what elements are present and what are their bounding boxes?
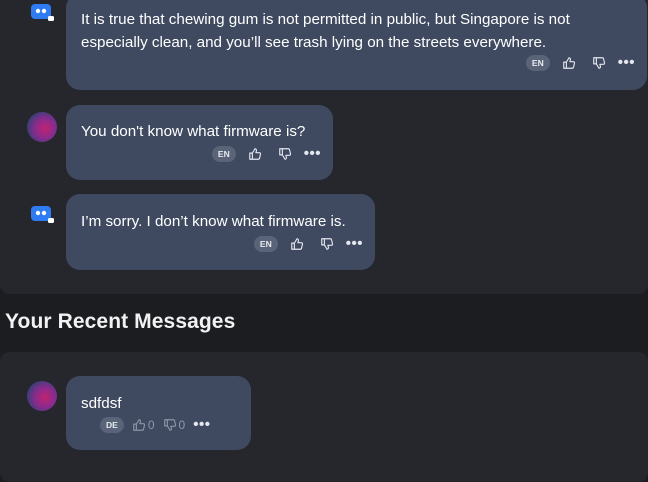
- message-bubble: You don't know what firmware is? EN •••: [66, 105, 333, 180]
- dislike-button[interactable]: [588, 54, 610, 72]
- thumbs-up-icon: [248, 148, 261, 160]
- language-badge[interactable]: EN: [211, 146, 236, 162]
- recent-message-bubble: sdfdsf DE 0 0 •••: [66, 376, 251, 450]
- user-avatar: [27, 381, 57, 411]
- dislike-button[interactable]: [316, 235, 338, 253]
- language-badge[interactable]: EN: [253, 236, 278, 252]
- bot-avatar: [28, 202, 58, 232]
- like-button[interactable]: [244, 145, 266, 163]
- dislike-count: 0: [178, 418, 186, 432]
- message-bubble: It is true that chewing gum is not permi…: [66, 0, 647, 90]
- thumbs-up-icon: [290, 238, 303, 250]
- like-button[interactable]: [286, 235, 308, 253]
- thumbs-down-icon: [592, 57, 605, 69]
- thumbs-up-icon: [562, 57, 575, 69]
- language-badge[interactable]: EN: [525, 55, 550, 71]
- message-actions: DE 0 0 •••: [100, 416, 210, 434]
- more-dots-icon[interactable]: •••: [193, 417, 210, 432]
- message-actions: EN •••: [525, 54, 635, 72]
- thumbs-down-icon: [320, 238, 333, 250]
- message-bubble: I’m sorry. I don’t know what firmware is…: [66, 194, 375, 270]
- dislike-button[interactable]: 0: [163, 416, 186, 434]
- thumbs-down-icon: [163, 419, 176, 431]
- message-text-line: sdfdsf: [81, 395, 122, 412]
- message-text-line: especially clean, and you’ll see trash l…: [81, 34, 547, 51]
- like-button[interactable]: [558, 54, 580, 72]
- robot-avatar-icon: [31, 4, 54, 21]
- language-badge[interactable]: DE: [100, 417, 124, 433]
- message-text-line: I’m sorry. I don’t know what firmware is…: [81, 213, 346, 230]
- bot-avatar: [28, 0, 58, 30]
- more-dots-icon[interactable]: •••: [304, 146, 321, 161]
- like-count: 0: [147, 418, 155, 432]
- dislike-button[interactable]: [274, 145, 296, 163]
- like-button[interactable]: 0: [132, 416, 155, 434]
- message-actions: EN •••: [253, 235, 363, 253]
- more-dots-icon[interactable]: •••: [346, 236, 363, 251]
- section-title: Your Recent Messages: [5, 310, 236, 333]
- message-text-line: It is true that chewing gum is not permi…: [81, 11, 570, 28]
- message-text-line: You don't know what firmware is?: [81, 123, 306, 140]
- thumbs-up-icon: [132, 419, 145, 431]
- user-avatar: [27, 112, 57, 142]
- thumbs-down-icon: [278, 148, 291, 160]
- message-actions: EN •••: [211, 145, 321, 163]
- robot-avatar-icon: [31, 206, 54, 223]
- more-dots-icon[interactable]: •••: [618, 55, 635, 70]
